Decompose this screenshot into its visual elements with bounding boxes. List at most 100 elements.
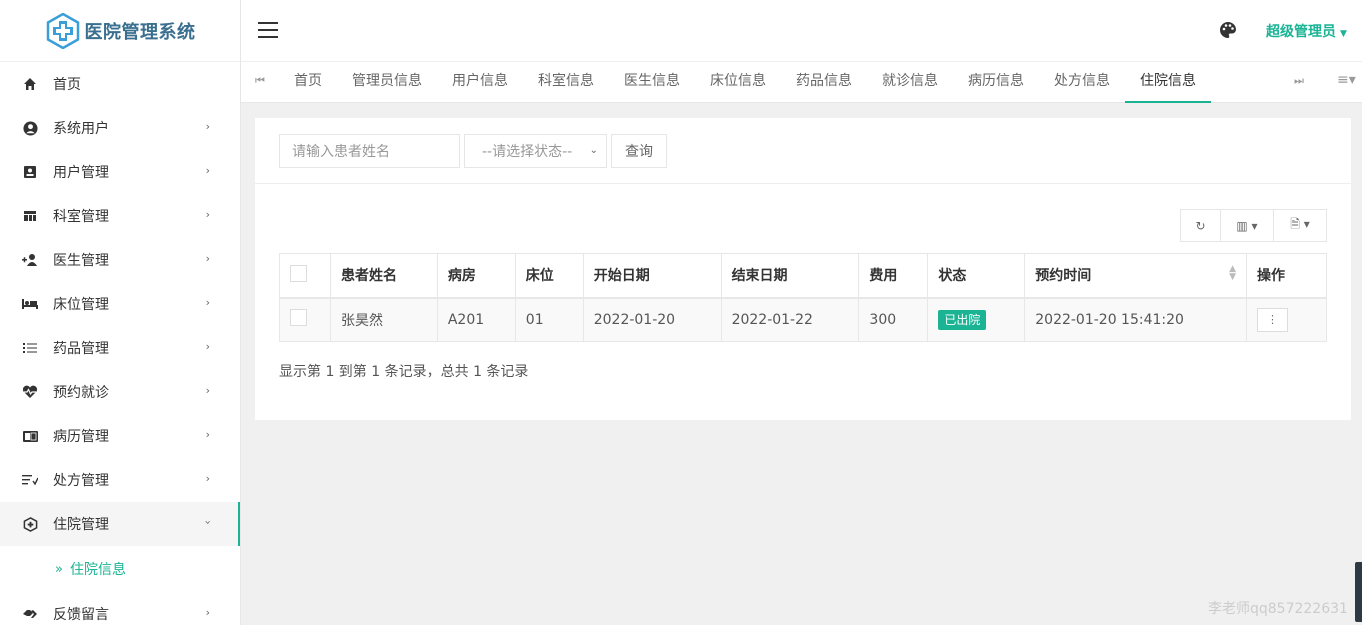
tab-doctor-info[interactable]: 医生信息	[609, 62, 695, 103]
sidebar-item-doctor-management[interactable]: 医生管理 ›	[0, 238, 240, 282]
tab-next-icon[interactable]: ⏭	[1294, 74, 1304, 88]
column-header[interactable]: 患者姓名	[329, 253, 438, 299]
tab-medicine-info[interactable]: 药品信息	[781, 62, 867, 103]
columns-toggle-button[interactable]: ▥ ▾	[1221, 210, 1274, 241]
sidebar-item-label: 医生管理	[53, 253, 109, 269]
cell-patient-name: 张昊然	[329, 297, 438, 342]
sidebar-item-medicine-management[interactable]: 药品管理 ›	[0, 326, 240, 370]
sort-list-icon	[22, 472, 38, 488]
query-button[interactable]: 查询	[611, 134, 667, 168]
list-icon	[22, 340, 38, 356]
row-select-cell	[279, 297, 331, 342]
id-card-icon	[22, 164, 38, 180]
row-checkbox[interactable]	[290, 309, 307, 327]
column-header-label: 预约时间	[1035, 268, 1092, 285]
cell-ward: A201	[436, 297, 516, 342]
file-download-icon: 🗎 ▾	[1290, 217, 1310, 231]
heartbeat-icon	[22, 384, 38, 400]
chevron-down-icon: ›	[201, 520, 215, 525]
app-title: 医院管理系统	[84, 21, 196, 43]
chevron-right-icon: ›	[205, 252, 210, 265]
user-circle-icon	[22, 120, 38, 136]
tab-bed-info[interactable]: 床位信息	[695, 62, 781, 103]
sidebar-item-label: 床位管理	[53, 297, 109, 313]
column-header[interactable]: 状态	[927, 253, 1026, 299]
search-bar: 请输入患者姓名 --请选择状态-- ⌄ 查询	[255, 118, 1351, 184]
sidebar-item-prescription[interactable]: 处方管理 ›	[0, 458, 240, 502]
cell-appointment-time: 2022-01-20 15:41:20	[1024, 297, 1247, 342]
sidebar-item-bed-management[interactable]: 床位管理 ›	[0, 282, 240, 326]
sidebar-item-medical-records[interactable]: 病历管理 ›	[0, 414, 240, 458]
tab-options-icon[interactable]: ≡▾	[1337, 72, 1356, 88]
chevron-down-icon: ⌄	[589, 145, 598, 156]
tab-record-info[interactable]: 病历信息	[953, 62, 1039, 103]
tab-home[interactable]: 首页	[279, 62, 337, 103]
sidebar-item-feedback[interactable]: 反馈留言 ›	[0, 592, 240, 625]
watermark-text: 李老师qq857222631	[1208, 601, 1348, 617]
sidebar-item-label: 用户管理	[53, 165, 109, 181]
sidebar-item-label: 住院管理	[53, 517, 109, 533]
sidebar-item-label: 系统用户	[53, 121, 109, 137]
select-all-checkbox[interactable]	[290, 264, 307, 282]
sidebar-item-user-management[interactable]: 用户管理 ›	[0, 150, 240, 194]
tab-prescription-info[interactable]: 处方信息	[1039, 62, 1125, 103]
select-all-cell	[279, 253, 331, 299]
sidebar-item-label: 反馈留言	[53, 607, 109, 623]
cell-start-date: 2022-01-20	[582, 297, 722, 342]
chevron-right-icon: ›	[205, 296, 210, 309]
cell-fee: 300	[858, 297, 929, 342]
table-row[interactable]: 张昊然 A201 01 2022-01-20 2022-01-22 300 已出…	[279, 297, 1328, 342]
side-widget[interactable]	[1355, 562, 1362, 622]
status-select-value: --请选择状态--	[482, 144, 573, 160]
bed-icon	[22, 296, 38, 312]
refresh-icon: ↻	[1195, 218, 1206, 233]
home-icon	[22, 76, 38, 92]
columns-icon: ▥ ▾	[1236, 218, 1258, 233]
pagination-summary: 显示第 1 到第 1 条记录，总共 1 条记录	[279, 364, 529, 380]
chevron-right-icon: ›	[205, 340, 210, 353]
sidebar-item-system-users[interactable]: 系统用户 ›	[0, 106, 240, 150]
user-plus-icon	[22, 252, 38, 268]
sidebar-item-inpatient-management[interactable]: 住院管理 ›	[0, 502, 240, 546]
menu-toggle-icon[interactable]	[258, 22, 278, 38]
palette-icon[interactable]	[1219, 21, 1237, 39]
sidebar-subitem-inpatient-info[interactable]: » 住院信息	[0, 546, 240, 592]
user-name: 超级管理员	[1266, 24, 1336, 40]
column-header-sortable[interactable]: 预约时间 ▲ ▼	[1024, 253, 1247, 299]
hospital-cross-icon	[45, 12, 81, 49]
sidebar-item-label: 科室管理	[53, 209, 109, 225]
content-panel: 请输入患者姓名 --请选择状态-- ⌄ 查询 ↻ ▥ ▾ 🗎 ▾ 患者姓名 病房…	[255, 118, 1351, 420]
tab-user-info[interactable]: 用户信息	[437, 62, 523, 103]
tab-admin-info[interactable]: 管理员信息	[337, 62, 437, 103]
column-header[interactable]: 病房	[436, 253, 516, 299]
sidebar-item-department-management[interactable]: 科室管理 ›	[0, 194, 240, 238]
sidebar-item-label: 首页	[53, 77, 81, 93]
sidebar-item-label: 处方管理	[53, 473, 109, 489]
tab-bar: ⏮ 首页 管理员信息 用户信息 科室信息 医生信息 床位信息 药品信息 就诊信息…	[241, 62, 1362, 103]
column-header[interactable]: 开始日期	[582, 253, 722, 299]
column-header[interactable]: 床位	[514, 253, 584, 299]
more-actions-button[interactable]: ⋮	[1256, 307, 1288, 332]
app-logo[interactable]: 医院管理系统	[0, 0, 240, 62]
sidebar: 医院管理系统 首页 系统用户 › 用户管理 › 科室管理 › 医生管理 › 床位…	[0, 0, 241, 625]
status-select[interactable]: --请选择状态-- ⌄	[464, 134, 607, 168]
sidebar-item-home[interactable]: 首页	[0, 62, 240, 106]
export-button[interactable]: 🗎 ▾	[1274, 210, 1326, 241]
tab-department-info[interactable]: 科室信息	[523, 62, 609, 103]
sidebar-item-label: 预约就诊	[53, 385, 109, 401]
tab-inpatient-info[interactable]: 住院信息	[1125, 62, 1211, 103]
sidebar-item-appointment[interactable]: 预约就诊 ›	[0, 370, 240, 414]
patient-name-input[interactable]: 请输入患者姓名	[279, 134, 460, 168]
caret-down-icon: ▼	[1340, 29, 1347, 39]
book-icon	[22, 428, 38, 444]
tab-visit-info[interactable]: 就诊信息	[867, 62, 953, 103]
double-chevron-right-icon: »	[55, 561, 63, 577]
column-header[interactable]: 费用	[858, 253, 929, 299]
sidebar-item-label: 药品管理	[53, 341, 109, 357]
user-menu[interactable]: 超级管理员 ▼	[1266, 21, 1347, 41]
sidebar-subitem-label: 住院信息	[69, 562, 126, 578]
column-header[interactable]: 结束日期	[720, 253, 860, 299]
tab-prev-icon[interactable]: ⏮	[255, 74, 265, 88]
refresh-button[interactable]: ↻	[1181, 210, 1221, 241]
cell-end-date: 2022-01-22	[720, 297, 860, 342]
